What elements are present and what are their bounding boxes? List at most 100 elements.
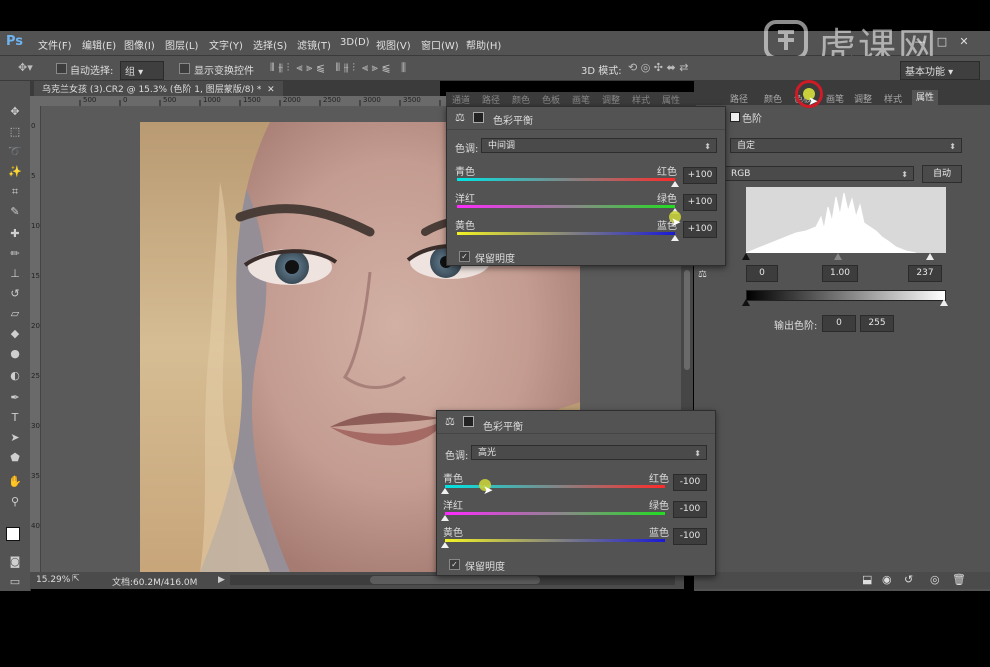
move-tool-icon[interactable]: ✥	[7, 105, 23, 118]
menu-layer[interactable]: 图层(L)	[165, 37, 198, 52]
cyan-red-thumb[interactable]	[671, 181, 679, 187]
levels-output-white[interactable]: 255	[860, 315, 894, 332]
magic-wand-tool-icon[interactable]: ✨	[7, 165, 23, 178]
pen-tool-icon[interactable]: ✒	[7, 391, 23, 404]
tab-color-top[interactable]: 颜色	[512, 93, 530, 106]
export-icon[interactable]: ⇱	[72, 574, 80, 584]
paint-bucket-tool-icon[interactable]: ◆	[7, 327, 23, 340]
shape-tool-icon[interactable]: ⬟	[7, 451, 23, 464]
tab-properties-top[interactable]: 属性	[662, 93, 680, 106]
menu-filter[interactable]: 滤镜(T)	[297, 37, 331, 52]
menu-view[interactable]: 视图(V)	[376, 37, 411, 52]
magenta-green-slider[interactable]	[457, 205, 675, 208]
horizontal-scroll-thumb[interactable]	[370, 576, 540, 584]
path-selection-tool-icon[interactable]: ➤	[7, 431, 23, 444]
auto-select-checkbox[interactable]	[56, 63, 67, 74]
levels-input-slider[interactable]	[742, 253, 942, 261]
tab-styles[interactable]: 样式	[884, 92, 902, 105]
workspace-dropdown[interactable]: 基本功能 ▾	[900, 61, 980, 80]
tab-channels-top[interactable]: 通道	[452, 93, 470, 106]
tab-swatches-top[interactable]: 色板	[542, 93, 560, 106]
tab-paths-top[interactable]: 路径	[482, 93, 500, 106]
yellow-blue-slider[interactable]	[445, 539, 665, 542]
visibility-icon[interactable]: ◎	[930, 573, 940, 586]
preserve-luminosity-checkbox[interactable]: ✓	[459, 251, 470, 262]
cyan-red-value[interactable]: -100	[673, 474, 707, 491]
eyedropper-tool-icon[interactable]: ✎	[7, 205, 23, 218]
tone-dropdown[interactable]: 中间调 ⬍	[481, 138, 717, 153]
foreground-color-swatch[interactable]	[6, 527, 20, 541]
tab-adjustments-top[interactable]: 调整	[602, 93, 620, 106]
menu-type[interactable]: 文字(Y)	[209, 37, 243, 52]
move-tool-icon[interactable]: ✥▾	[18, 61, 33, 74]
canvas-vertical-scrollbar[interactable]	[681, 264, 693, 410]
preserve-luminosity-checkbox[interactable]: ✓	[449, 559, 460, 570]
history-brush-tool-icon[interactable]: ↺	[7, 287, 23, 300]
yellow-blue-thumb[interactable]	[671, 235, 679, 241]
tab-properties[interactable]: 属性	[912, 90, 939, 105]
yellow-blue-value[interactable]: +100	[683, 221, 717, 238]
tab-color[interactable]: 颜色	[764, 92, 782, 105]
dodge-tool-icon[interactable]: ◐	[7, 369, 23, 382]
zoom-level[interactable]: 15.29%	[36, 575, 70, 585]
cyan-red-thumb[interactable]	[441, 488, 449, 494]
mask-icon[interactable]	[473, 112, 484, 123]
view-previous-icon[interactable]: ◉	[882, 573, 892, 586]
cyan-red-slider[interactable]	[445, 485, 665, 488]
screen-mode-icon[interactable]: ▭	[7, 575, 23, 588]
crop-tool-icon[interactable]: ⌗	[7, 185, 23, 199]
yellow-blue-slider[interactable]	[457, 232, 675, 235]
cyan-red-slider[interactable]	[457, 178, 675, 181]
magenta-green-thumb[interactable]	[441, 515, 449, 521]
document-info: 文档:60.2M/416.0M	[112, 578, 198, 588]
tone-dropdown[interactable]: 高光 ⬍	[471, 445, 707, 460]
menu-select[interactable]: 选择(S)	[253, 37, 287, 52]
trash-icon[interactable]: 🗑	[952, 573, 966, 586]
levels-input-mid[interactable]: 1.00	[822, 265, 858, 282]
levels-input-white[interactable]: 237	[908, 265, 942, 282]
menu-image[interactable]: 图像(I)	[124, 37, 155, 52]
hand-tool-icon[interactable]: ✋	[7, 475, 23, 488]
levels-output-slider[interactable]	[740, 299, 950, 307]
healing-tool-icon[interactable]: ✚	[7, 227, 23, 240]
levels-eyedropper-icon[interactable]: ⚖	[698, 269, 707, 280]
status-arrow-icon[interactable]: ▶	[218, 575, 225, 585]
menu-file[interactable]: 文件(F)	[38, 37, 72, 52]
zoom-tool-icon[interactable]: ⚲	[7, 495, 23, 508]
tab-paths[interactable]: 路径	[730, 92, 748, 105]
yellow-blue-thumb[interactable]	[441, 542, 449, 548]
reset-icon[interactable]: ↺	[904, 573, 913, 586]
levels-auto-button[interactable]: 自动	[922, 165, 962, 183]
tab-brushes-top[interactable]: 画笔	[572, 93, 590, 106]
eraser-tool-icon[interactable]: ▱	[7, 307, 23, 320]
align-icons[interactable]: ⫴ ⫵ ⫶ ⫷ ⫸ ⫹ ⫴ ⫵ ⫶ ⫷ ⫸ ⫹ ⫼	[270, 61, 406, 75]
clip-to-layer-icon[interactable]: ⬓	[862, 573, 872, 586]
marquee-tool-icon[interactable]: ⬚	[7, 125, 23, 138]
yellow-blue-value[interactable]: -100	[673, 528, 707, 545]
auto-select-dropdown[interactable]: 组 ▾	[120, 61, 164, 80]
lasso-tool-icon[interactable]: ➰	[7, 145, 23, 158]
levels-preset-dropdown[interactable]: 自定 ⬍	[730, 138, 962, 153]
cyan-red-value[interactable]: +100	[683, 167, 717, 184]
3d-mode-icons[interactable]: ⟲ ◎ ✣ ⬌ ⇄	[628, 61, 688, 74]
menu-help[interactable]: 帮助(H)	[466, 37, 501, 52]
menu-window[interactable]: 窗口(W)	[421, 37, 459, 52]
magenta-green-value[interactable]: +100	[683, 194, 717, 211]
tab-styles-top[interactable]: 样式	[632, 93, 650, 106]
brush-tool-icon[interactable]: ✏	[7, 247, 23, 260]
menu-edit[interactable]: 编辑(E)	[82, 37, 116, 52]
tab-adjustments[interactable]: 调整	[854, 92, 872, 105]
quick-mask-icon[interactable]: ◙	[7, 555, 23, 568]
levels-input-black[interactable]: 0	[746, 265, 778, 282]
magenta-green-slider[interactable]	[445, 512, 665, 515]
show-transform-checkbox[interactable]	[179, 63, 190, 74]
blur-tool-icon[interactable]: ●	[7, 347, 23, 360]
levels-output-black[interactable]: 0	[822, 315, 856, 332]
magenta-green-value[interactable]: -100	[673, 501, 707, 518]
mask-icon[interactable]	[463, 416, 474, 427]
tab-brushes[interactable]: 画笔	[826, 92, 844, 105]
clone-stamp-tool-icon[interactable]: ⊥	[7, 267, 23, 280]
menu-3d[interactable]: 3D(D)	[340, 37, 370, 48]
type-tool-icon[interactable]: T	[7, 411, 23, 424]
levels-channel-dropdown[interactable]: RGB ⬍	[724, 166, 914, 181]
